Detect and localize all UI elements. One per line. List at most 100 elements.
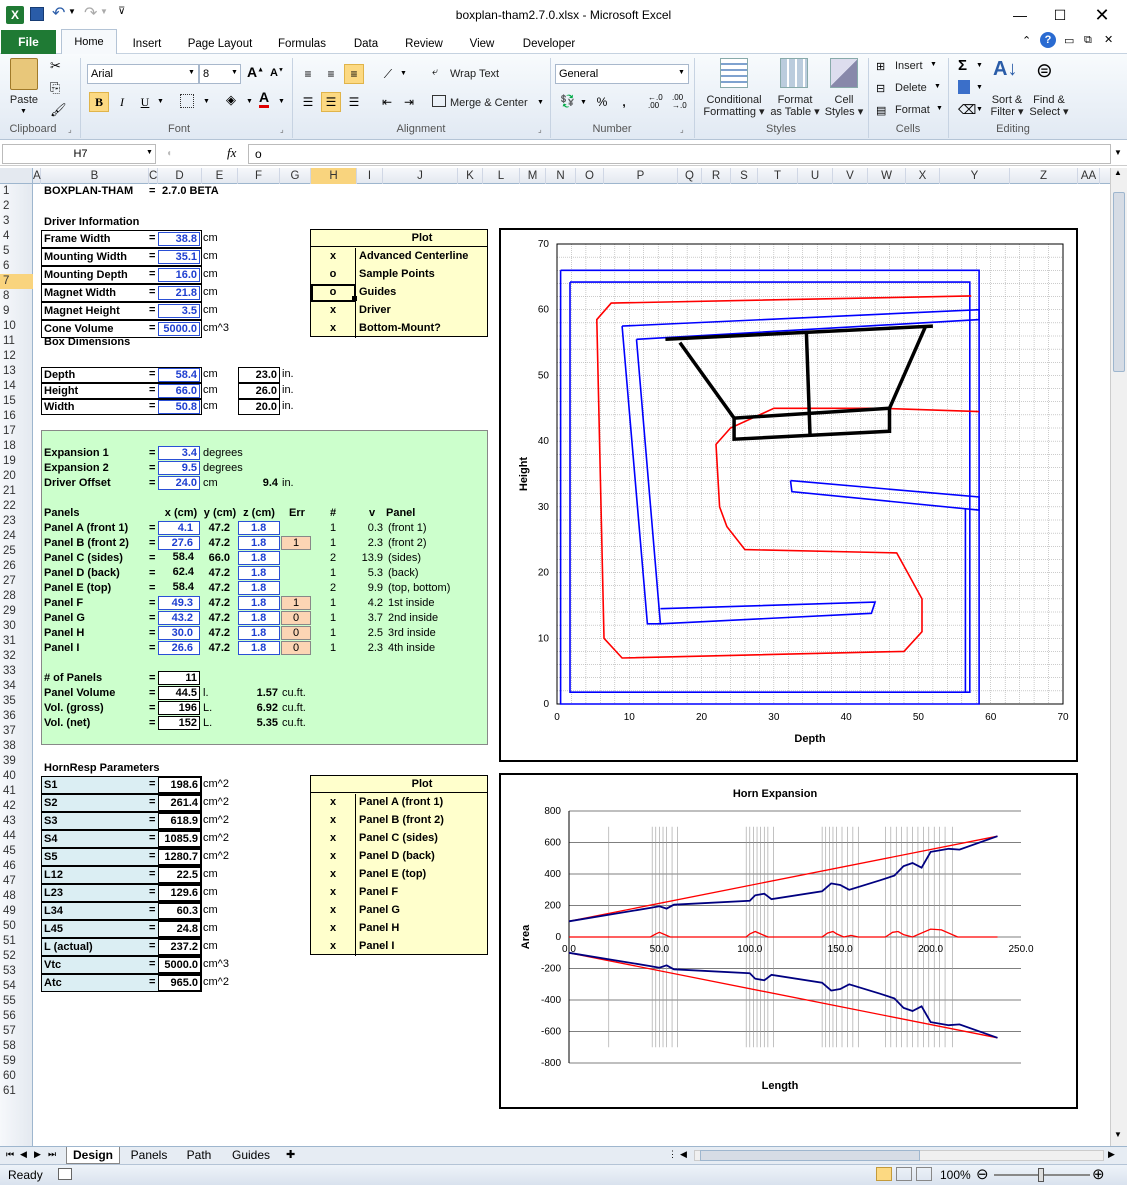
panel-z-input[interactable]: 1.8 xyxy=(238,596,280,610)
plot-option-toggle[interactable]: x xyxy=(311,884,356,902)
panel-x-value[interactable]: 4.1 xyxy=(158,521,200,535)
x-tick-label: 20 xyxy=(696,712,708,723)
plot-option-toggle[interactable]: o xyxy=(311,284,356,302)
box-value-input[interactable]: 66.0 xyxy=(158,384,200,398)
first-sheet-icon[interactable]: ⏮ xyxy=(6,1149,14,1160)
page-break-view-icon[interactable] xyxy=(916,1167,932,1181)
panel-x-value[interactable]: 27.6 xyxy=(158,536,200,550)
panel-x-value[interactable]: 30.0 xyxy=(158,626,200,640)
series-line xyxy=(568,835,998,922)
last-sheet-icon[interactable]: ⏭ xyxy=(48,1149,56,1160)
panel-x-value[interactable]: 43.2 xyxy=(158,611,200,625)
panel-name: (front 1) xyxy=(388,522,427,534)
next-sheet-icon[interactable]: ▶ xyxy=(34,1149,41,1160)
normal-view-icon[interactable] xyxy=(876,1167,892,1181)
panel-z-input[interactable]: 1.8 xyxy=(238,611,280,625)
equals-sign: = xyxy=(149,868,156,880)
expansion-input[interactable]: 3.4 xyxy=(158,446,200,460)
box-value-input[interactable]: 58.4 xyxy=(158,368,200,382)
panel-x-value[interactable]: 26.6 xyxy=(158,641,200,655)
plot-option-label: Guides xyxy=(359,286,397,298)
zoom-level[interactable]: 100% xyxy=(940,1168,971,1182)
vertical-scrollbar[interactable]: ▲ ▼ xyxy=(1110,168,1127,1146)
totals-label: Panel Volume xyxy=(44,687,116,699)
unit-label: in. xyxy=(282,368,294,380)
plot-option-toggle[interactable]: x xyxy=(311,938,356,956)
equals-sign: = xyxy=(149,702,156,714)
plot-option-toggle[interactable]: o xyxy=(311,266,356,284)
inches-value: 9.4 xyxy=(262,477,278,489)
panel-z-input[interactable]: 1.8 xyxy=(238,536,280,550)
plot-option-toggle[interactable]: x xyxy=(311,320,356,338)
zoom-out-icon[interactable]: ⊖ xyxy=(976,1165,989,1183)
hscroll-left-icon[interactable]: ◀ xyxy=(680,1149,687,1160)
new-sheet-icon[interactable]: ✚ xyxy=(286,1148,295,1161)
panel-name: (sides) xyxy=(388,552,422,564)
plot-option-toggle[interactable]: x xyxy=(311,302,356,320)
y-tick-label: 10 xyxy=(538,633,550,644)
driver-value-input[interactable]: 35.1 xyxy=(158,250,200,264)
panel-z-input[interactable]: 1.8 xyxy=(238,626,280,640)
expansion-input[interactable]: 9.5 xyxy=(158,461,200,475)
plot-option-toggle[interactable]: x xyxy=(311,866,356,884)
unit-label: cm xyxy=(203,250,218,262)
unit-label: L. xyxy=(203,717,213,729)
panel-y-value: 47.2 xyxy=(208,567,230,579)
zoom-slider-thumb[interactable] xyxy=(1038,1168,1044,1182)
y-axis-label: Height xyxy=(518,457,530,492)
chart-box-design[interactable]: 0 10 20 30 40 50 60 70 0 10 20 30 40 50 60 70 Depth Heigh… xyxy=(499,228,1078,762)
scroll-up-icon[interactable]: ▲ xyxy=(1114,168,1122,177)
sheet-title: BOXPLAN-THAM xyxy=(44,185,134,197)
driver-value-input[interactable]: 16.0 xyxy=(158,268,200,282)
scroll-down-icon[interactable]: ▼ xyxy=(1114,1130,1122,1139)
zoom-in-icon[interactable]: ⊕ xyxy=(1092,1165,1105,1183)
sheet-tab-panels[interactable]: Panels xyxy=(124,1147,174,1163)
chart-box-horn[interactable]: Horn Expansion 800 600 400 200 0 -200 -400 -600 -… xyxy=(499,773,1078,1109)
page-layout-view-icon[interactable] xyxy=(896,1167,912,1181)
plot-option-label: Panel I xyxy=(359,940,395,952)
panel-z-input[interactable]: 1.8 xyxy=(238,581,280,595)
equals-sign: = xyxy=(149,958,156,970)
hornresp-value: 1280.7 xyxy=(158,849,201,865)
status-ready: Ready xyxy=(8,1168,43,1182)
plot-option-toggle[interactable]: x xyxy=(311,248,356,266)
equals-sign: = xyxy=(149,268,156,280)
plot-option-toggle[interactable]: x xyxy=(311,794,356,812)
tab-split-handle[interactable]: ⋮ xyxy=(668,1149,677,1160)
unit-label: cm^3 xyxy=(203,958,229,970)
plot-option-toggle[interactable]: x xyxy=(311,848,356,866)
driver-value-input[interactable]: 38.8 xyxy=(158,232,200,246)
panel-label: Panel I xyxy=(44,642,80,654)
hscroll-thumb[interactable] xyxy=(700,1150,920,1161)
equals-sign: = xyxy=(149,477,156,489)
formula-expand-icon[interactable]: ▼ xyxy=(1114,148,1122,157)
panel-name: 2nd inside xyxy=(388,612,439,624)
sheet-tab-design[interactable]: Design xyxy=(66,1147,120,1164)
panel-z-input[interactable]: 1.8 xyxy=(238,521,280,535)
hscroll-right-icon[interactable]: ▶ xyxy=(1108,1149,1115,1160)
expansion-input[interactable]: 24.0 xyxy=(158,476,200,490)
panel-z-input[interactable]: 1.8 xyxy=(238,641,280,655)
panel-z-input[interactable]: 1.8 xyxy=(238,566,280,580)
driver-value-input[interactable]: 21.8 xyxy=(158,286,200,300)
plot-option-toggle[interactable]: x xyxy=(311,902,356,920)
plot-option-toggle[interactable]: x xyxy=(311,830,356,848)
equals-sign: = xyxy=(149,814,156,826)
equals-sign: = xyxy=(149,612,156,624)
unit-label: cm xyxy=(203,368,218,380)
macro-record-icon[interactable] xyxy=(58,1168,72,1180)
panel-name: 3rd inside xyxy=(388,627,436,639)
panel-z-input[interactable]: 1.8 xyxy=(238,551,280,565)
sheet-tab-path[interactable]: Path xyxy=(178,1147,220,1163)
fill-handle[interactable] xyxy=(352,296,357,301)
sheet-tab-guides[interactable]: Guides xyxy=(224,1147,278,1163)
driver-value-input[interactable]: 5000.0 xyxy=(158,322,200,336)
plot-option-toggle[interactable]: x xyxy=(311,812,356,830)
scroll-thumb[interactable] xyxy=(1113,192,1125,372)
box-value-input[interactable]: 50.8 xyxy=(158,400,200,414)
driver-value-input[interactable]: 3.5 xyxy=(158,304,200,318)
panel-x-value[interactable]: 49.3 xyxy=(158,596,200,610)
unit-label: cm xyxy=(203,904,218,916)
prev-sheet-icon[interactable]: ◀ xyxy=(20,1149,27,1160)
plot-option-toggle[interactable]: x xyxy=(311,920,356,938)
